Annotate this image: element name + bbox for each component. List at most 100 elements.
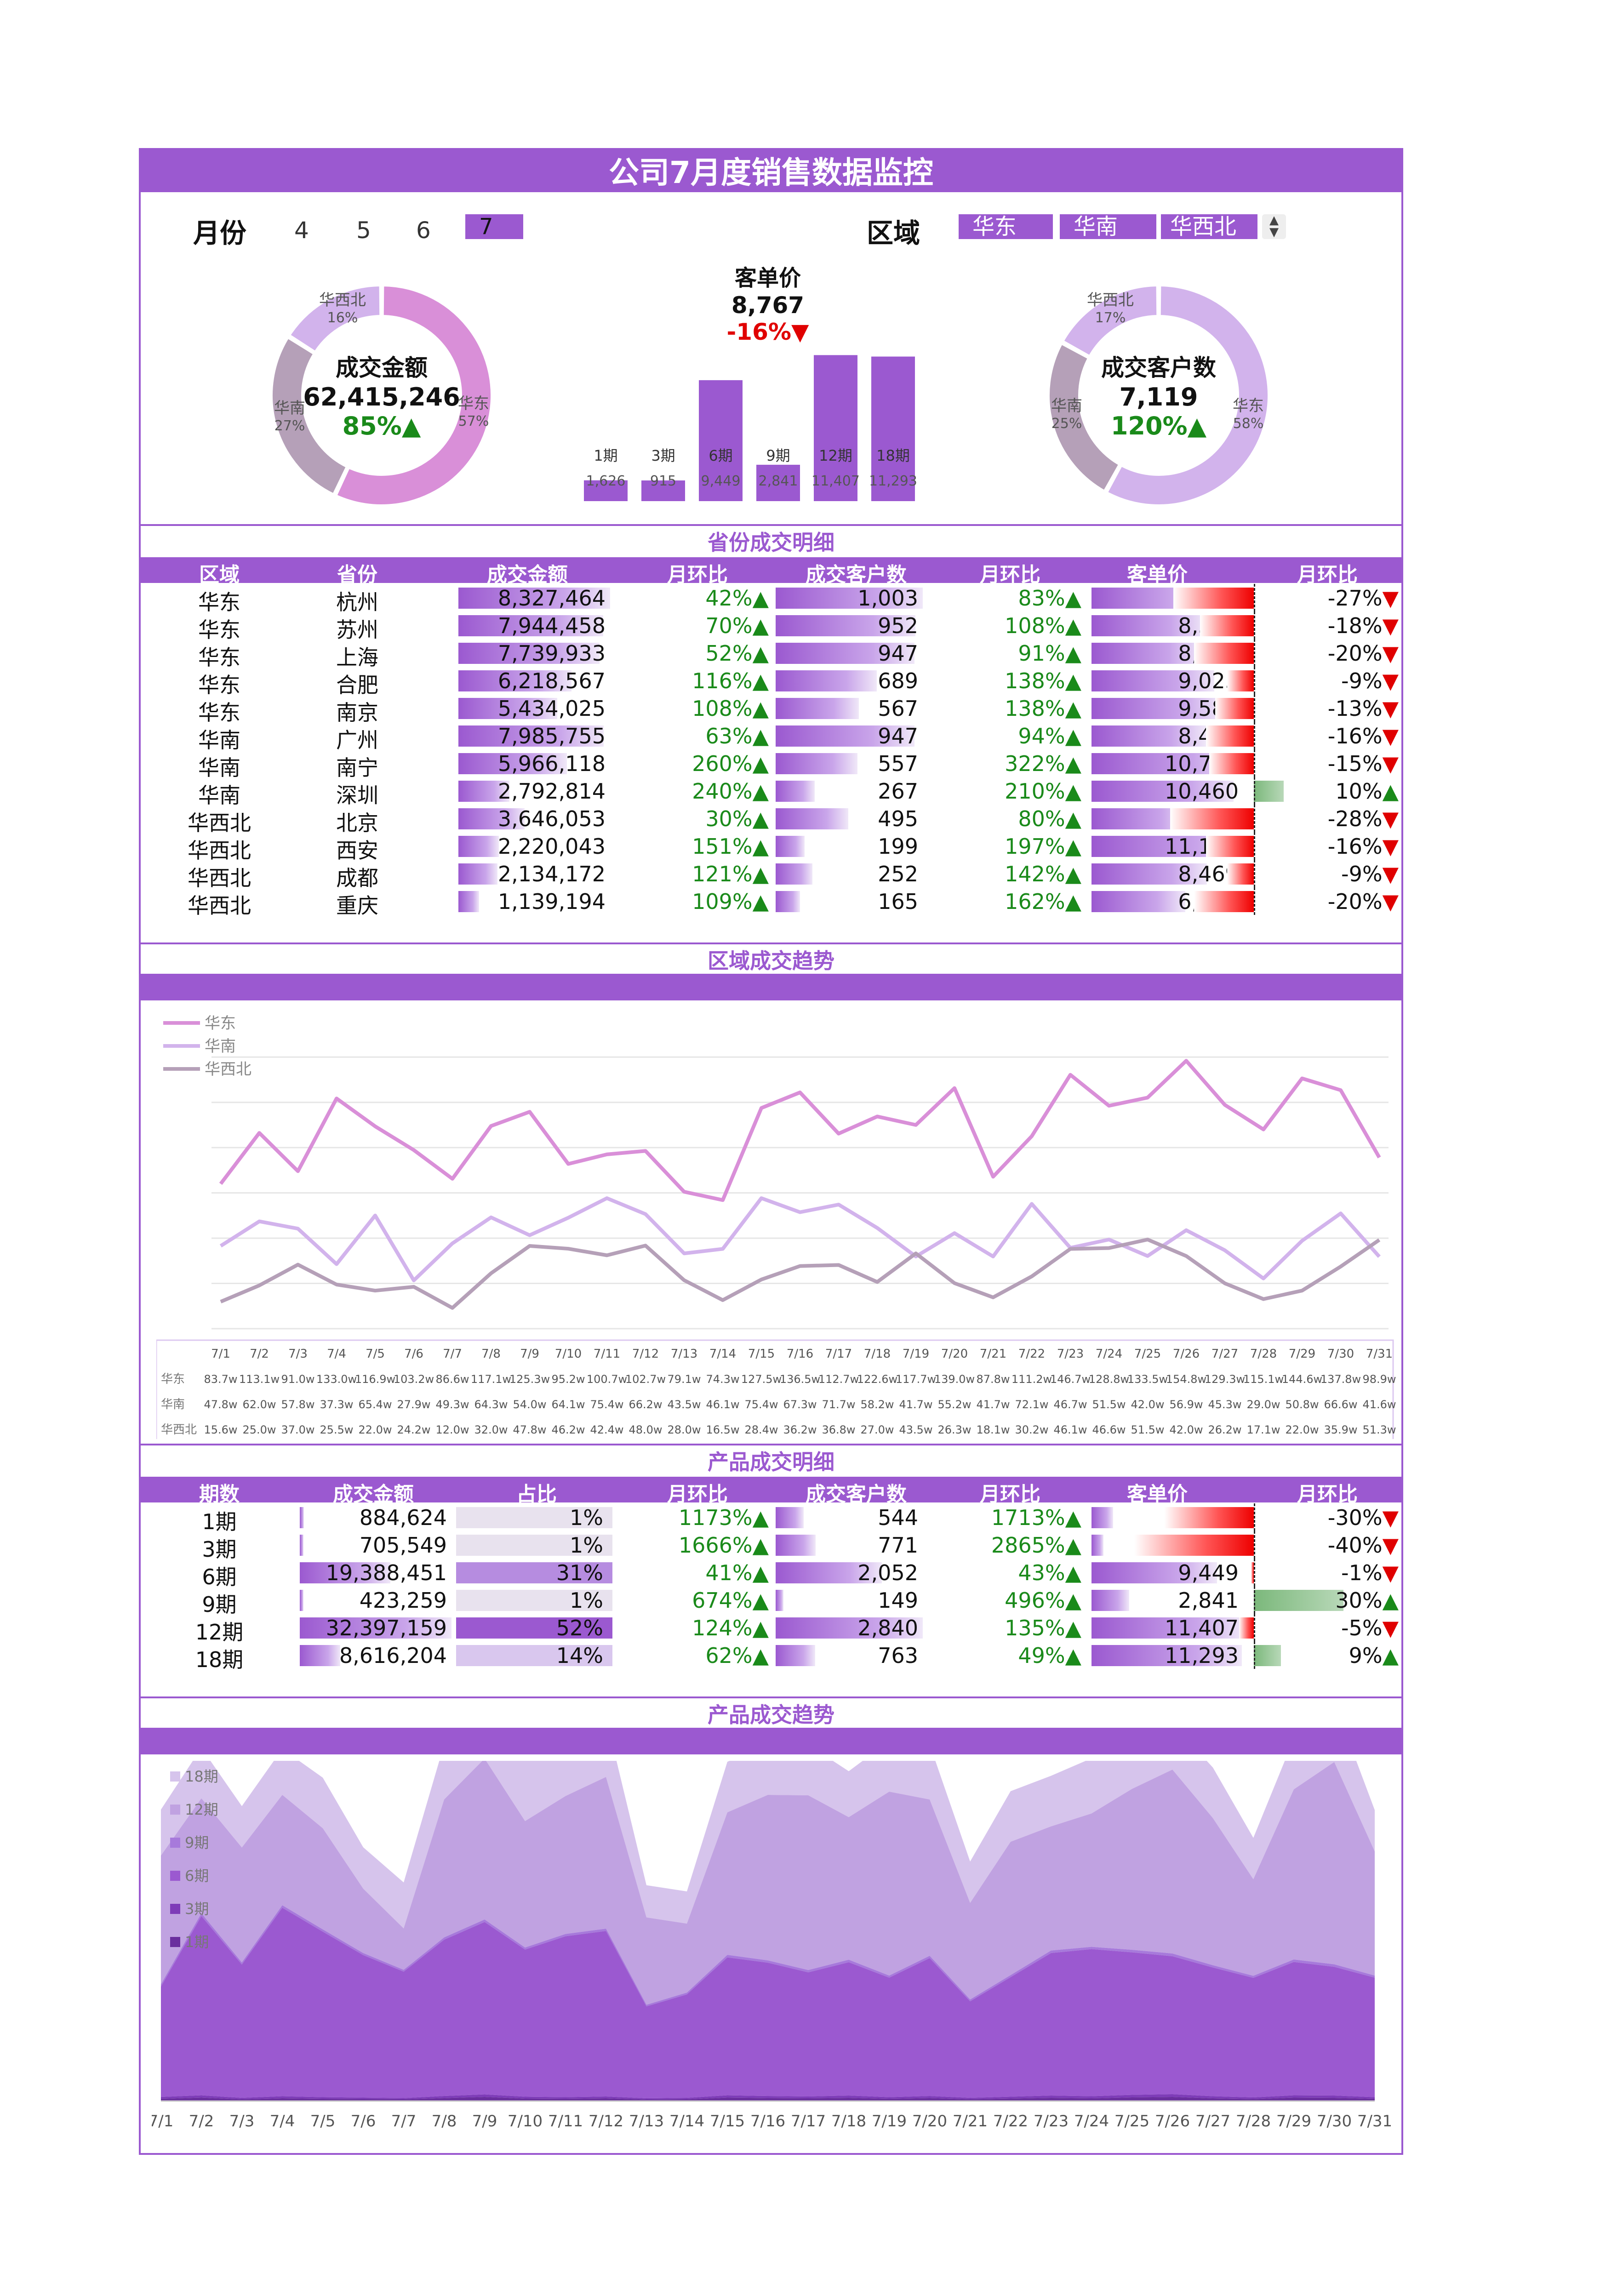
row-amount: 7,985,755 bbox=[497, 724, 606, 748]
customer-seg-nw-name: 华西北 bbox=[1087, 291, 1134, 309]
row-p-amount-mom: 62%▲ bbox=[705, 1643, 769, 1668]
month-option-6[interactable]: 6 bbox=[416, 217, 431, 244]
row-amount-mom: 108%▲ bbox=[692, 696, 769, 721]
line-table-cell: 15.6w bbox=[204, 1423, 237, 1436]
row-amount: 2,134,172 bbox=[497, 862, 606, 886]
row-p-customers-mom: 49%▲ bbox=[1018, 1643, 1081, 1668]
line-table-cell: 45.3w bbox=[1208, 1398, 1241, 1411]
line-table-cell: 65.4w bbox=[358, 1398, 392, 1411]
avg-price-bar-category-1: 3期 bbox=[651, 447, 675, 464]
amount-seg-east-pct: 57% bbox=[458, 413, 489, 429]
row-p-amount: 32,397,159 bbox=[326, 1616, 447, 1640]
row-price-mom-bar-axis bbox=[1254, 777, 1255, 805]
area-x-tick: 7/20 bbox=[912, 2112, 947, 2130]
area-x-tick: 7/14 bbox=[669, 2112, 704, 2130]
row-p-customers-mom: 1713%▲ bbox=[991, 1505, 1081, 1530]
line-table-date: 7/24 bbox=[1096, 1347, 1122, 1361]
row-price-mom-bar bbox=[1209, 753, 1254, 774]
row-price-mom-bar bbox=[1170, 808, 1254, 829]
row-p-price-mom-bar-axis bbox=[1254, 1614, 1255, 1641]
row-p-price-mom-arrow: ▲ bbox=[1382, 1588, 1399, 1613]
line-table-cell: 48.0w bbox=[629, 1423, 662, 1436]
area-legend-label-12期: 12期 bbox=[185, 1801, 218, 1818]
row-amount: 3,646,053 bbox=[497, 806, 606, 831]
row-p-price: 11,407 bbox=[1165, 1616, 1239, 1640]
line-table-date: 7/29 bbox=[1289, 1347, 1315, 1361]
area-x-tick: 7/28 bbox=[1236, 2112, 1271, 2130]
row-p-price-mom-value: -40% bbox=[1327, 1533, 1383, 1558]
line-table-cell: 57.8w bbox=[281, 1398, 314, 1411]
line-table-cell: 66.2w bbox=[629, 1398, 662, 1411]
row-p-customers-mom: 2865%▲ bbox=[991, 1533, 1081, 1558]
row-price-mom-bar bbox=[1227, 863, 1254, 885]
col-province: 省份 bbox=[337, 563, 377, 587]
line-table-cell: 56.9w bbox=[1169, 1398, 1203, 1411]
area-x-tick: 7/11 bbox=[548, 2112, 583, 2130]
month-label: 月份 bbox=[193, 217, 247, 249]
line-table-date: 7/25 bbox=[1134, 1347, 1161, 1361]
row-amount: 5,966,118 bbox=[497, 751, 606, 776]
region-label: 区域 bbox=[867, 217, 920, 249]
line-table-date: 7/4 bbox=[327, 1347, 346, 1361]
line-table-cell: 144.6w bbox=[1282, 1373, 1322, 1386]
line-table-cell: 64.3w bbox=[474, 1398, 508, 1411]
row-customers-mom: 138%▲ bbox=[1005, 696, 1081, 721]
line-table-cell: 42.0w bbox=[1131, 1398, 1164, 1411]
province-row: 华东 合肥 6,218,567 116%▲ 689 138%▲ 9,025 -9%▼ bbox=[139, 667, 1403, 697]
line-table-cell: 127.5w bbox=[741, 1373, 782, 1386]
row-amount: 5,434,025 bbox=[497, 696, 606, 721]
region-option-south[interactable]: 华南 bbox=[1060, 214, 1156, 239]
area-x-tick: 7/17 bbox=[791, 2112, 826, 2130]
line-table-cell: 25.5w bbox=[320, 1423, 353, 1436]
line-table-date: 7/2 bbox=[250, 1347, 269, 1361]
amount-kpi-label: 成交金额 bbox=[336, 354, 428, 381]
area-x-tick: 7/5 bbox=[310, 2112, 336, 2130]
line-table-date: 7/18 bbox=[864, 1347, 891, 1361]
product-row: 12期 32,397,159 52% 124%▲ 2,840 135%▲ 11,407 -5%… bbox=[139, 1614, 1403, 1645]
line-table-series-name: 华西北 bbox=[161, 1423, 197, 1437]
line-table-cell: 47.8w bbox=[513, 1423, 546, 1436]
region-option-east[interactable]: 华东 bbox=[959, 214, 1053, 239]
row-p-price-mom-value: 30% bbox=[1335, 1588, 1383, 1613]
line-table-cell: 117.1w bbox=[471, 1373, 511, 1386]
row-amount-mom: 116%▲ bbox=[692, 668, 769, 693]
row-p-price-mom-arrow: ▲ bbox=[1382, 1643, 1399, 1668]
row-customers-mom: 197%▲ bbox=[1005, 834, 1081, 859]
row-p-price-mom-value: -30% bbox=[1327, 1505, 1383, 1530]
line-table-date: 7/17 bbox=[825, 1347, 852, 1361]
col-amount-mom: 月环比 bbox=[667, 563, 728, 587]
col-period: 期数 bbox=[199, 1483, 240, 1506]
row-price-mom-value: -28% bbox=[1327, 806, 1383, 831]
region-option-northwest[interactable]: 华西北 bbox=[1161, 214, 1257, 239]
row-customers: 557 bbox=[878, 751, 918, 776]
product-trend-section-title: 产品成交趋势 bbox=[139, 1696, 1403, 1727]
row-p-share: 1% bbox=[570, 1505, 603, 1530]
line-table-date: 7/19 bbox=[903, 1347, 929, 1361]
avg-price-bar-category-3: 9期 bbox=[766, 447, 790, 464]
month-option-7-selected[interactable]: 7 bbox=[465, 214, 523, 239]
row-price-mom-bar-axis bbox=[1254, 805, 1255, 832]
area-x-tick: 7/2 bbox=[189, 2112, 214, 2130]
row-price-mom-value: -9% bbox=[1341, 862, 1383, 886]
col-p-customers-mom: 月环比 bbox=[980, 1483, 1040, 1506]
line-table-cell: 42.0w bbox=[1169, 1423, 1203, 1436]
row-amount-mom: 30%▲ bbox=[705, 806, 769, 831]
row-price-mom-value: -16% bbox=[1327, 724, 1383, 748]
province-row: 华东 南京 5,434,025 108%▲ 567 138%▲ 9,584 -13%▼ bbox=[139, 694, 1403, 725]
line-table-cell: 133.5w bbox=[1127, 1373, 1168, 1386]
region-scroll-spinner[interactable]: ▲ ▼ bbox=[1262, 214, 1286, 239]
line-table-cell: 51.3w bbox=[1362, 1423, 1396, 1436]
month-option-5[interactable]: 5 bbox=[356, 217, 371, 244]
line-table-cell: 18.1w bbox=[976, 1423, 1010, 1436]
row-p-price-mom: 9%▲ bbox=[1256, 1643, 1399, 1668]
avg-price-bar-value-4: 11,407 bbox=[812, 473, 860, 489]
area-legend-swatch-9期 bbox=[170, 1838, 180, 1848]
row-p-price-mom-value: -1% bbox=[1341, 1560, 1383, 1585]
area-legend-swatch-18期 bbox=[170, 1771, 180, 1782]
province-row: 华南 南宁 5,966,118 260%▲ 557 322%▲ 10,711 -15%▼ bbox=[139, 749, 1403, 780]
line-table-cell: 113.1w bbox=[239, 1373, 280, 1386]
area-x-tick: 7/31 bbox=[1357, 2112, 1392, 2130]
area-x-tick: 7/16 bbox=[750, 2112, 785, 2130]
line-table-cell: 37.3w bbox=[320, 1398, 353, 1411]
month-option-4[interactable]: 4 bbox=[294, 217, 309, 244]
